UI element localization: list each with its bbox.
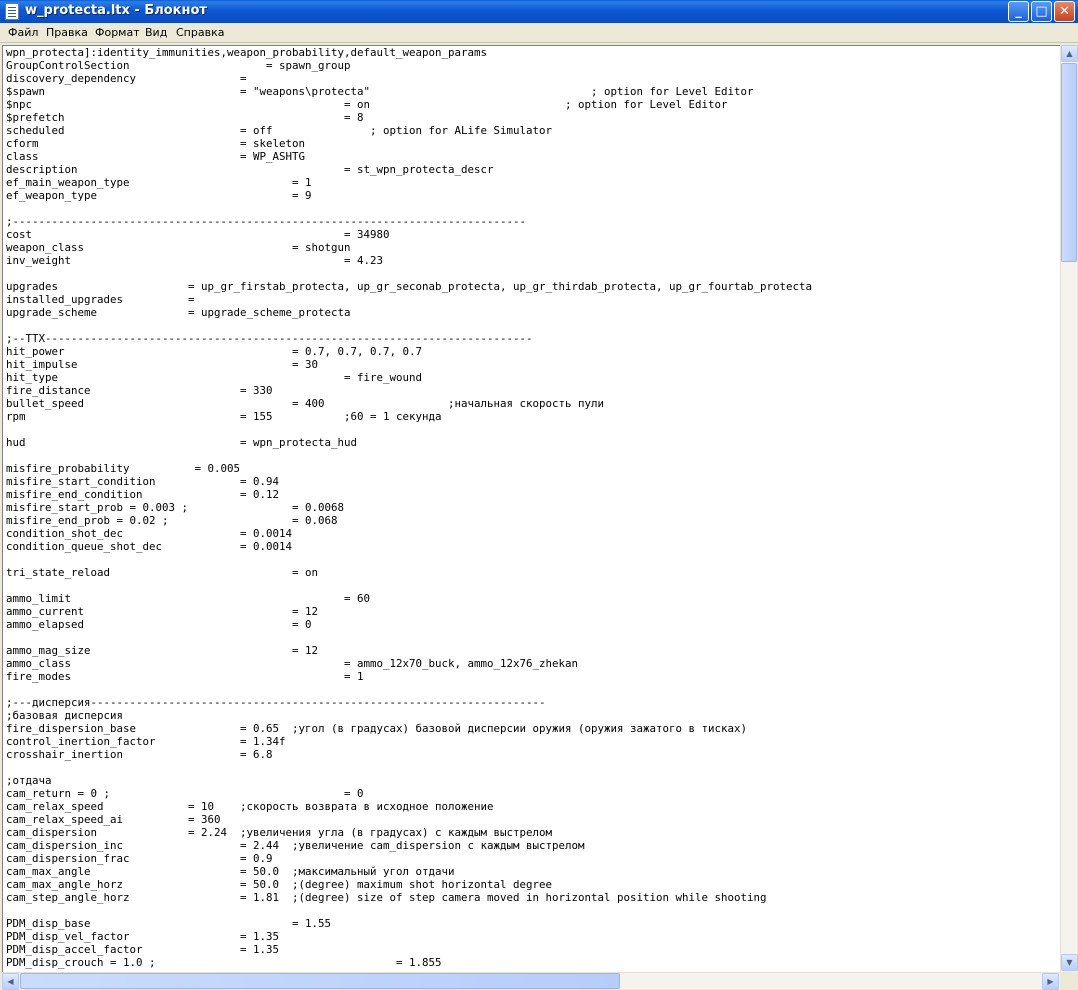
horizontal-scroll-thumb[interactable] — [20, 973, 620, 989]
scroll-up-button[interactable]: ▲ — [1061, 45, 1078, 62]
file-content[interactable]: wpn_protecta]:identity_immunities,weapon… — [3, 46, 1060, 969]
vertical-scrollbar[interactable]: ▲ ▼ — [1060, 45, 1078, 972]
scroll-down-button[interactable]: ▼ — [1061, 954, 1078, 971]
title-bar[interactable]: w_protecta.ltx - Блокнот _ □ ✕ — [0, 0, 1078, 23]
menu-edit[interactable]: Правка — [46, 26, 88, 39]
minimize-button[interactable]: _ — [1008, 1, 1029, 22]
text-editor[interactable]: wpn_protecta]:identity_immunities,weapon… — [2, 45, 1060, 972]
menu-file[interactable]: Файл — [8, 26, 38, 39]
scroll-left-button[interactable]: ◀ — [2, 973, 19, 990]
window-title: w_protecta.ltx - Блокнот — [25, 3, 207, 18]
horizontal-scrollbar[interactable]: ◀ ▶ — [2, 972, 1060, 990]
vertical-scroll-thumb[interactable] — [1061, 63, 1077, 262]
notepad-icon — [5, 3, 19, 20]
menu-view[interactable]: Вид — [145, 26, 167, 39]
menu-format[interactable]: Формат — [95, 26, 140, 39]
menu-help[interactable]: Справка — [176, 26, 224, 39]
resize-grip[interactable] — [1060, 972, 1077, 989]
maximize-button[interactable]: □ — [1031, 1, 1052, 22]
scroll-right-button[interactable]: ▶ — [1042, 973, 1059, 990]
menu-bar: Файл Правка Формат Вид Справка — [0, 23, 1078, 43]
close-button[interactable]: ✕ — [1054, 1, 1075, 22]
